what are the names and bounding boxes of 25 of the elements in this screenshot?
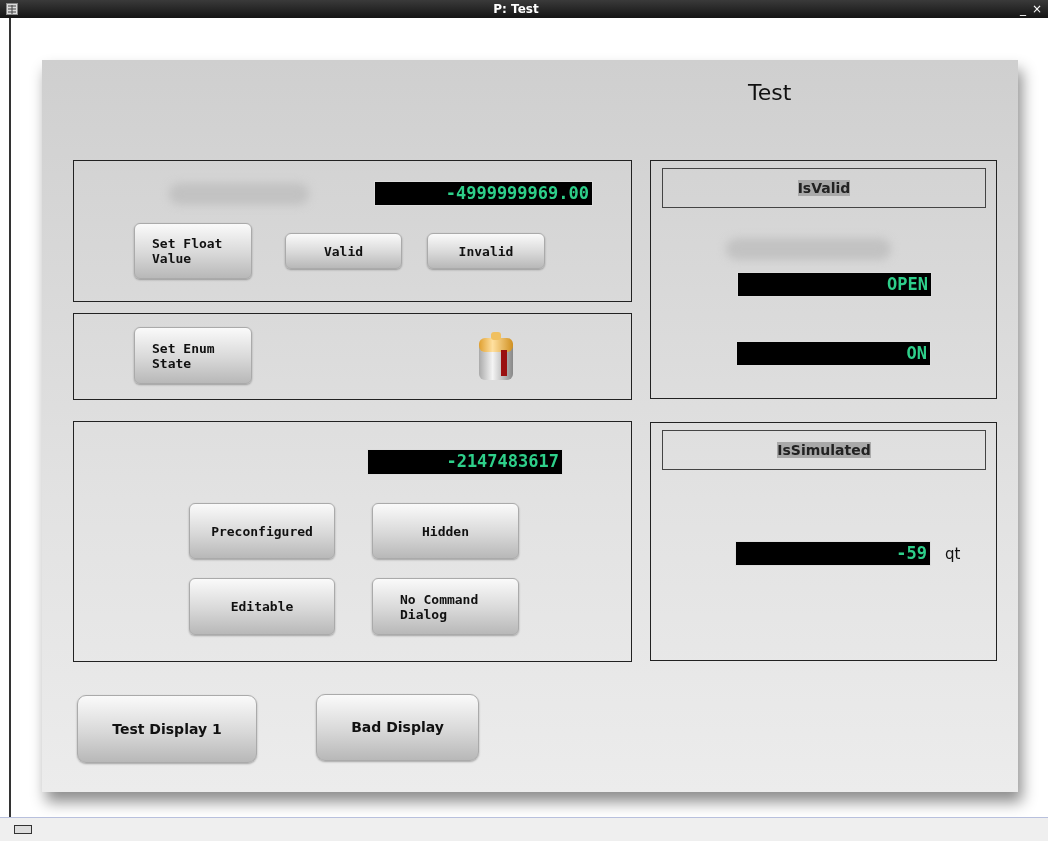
test-display-button[interactable]: Test Display 1 xyxy=(77,695,257,763)
close-button[interactable]: × xyxy=(1031,2,1042,16)
integer-readout: -2147483617 xyxy=(367,449,563,475)
editable-button[interactable]: Editable xyxy=(189,578,335,635)
bad-display-button[interactable]: Bad Display xyxy=(316,694,479,761)
app-icon xyxy=(6,3,18,15)
hidden-button[interactable]: Hidden xyxy=(372,503,519,559)
preconfigured-button[interactable]: Preconfigured xyxy=(189,503,335,559)
window-title: P: Test xyxy=(492,2,540,16)
set-enum-button[interactable]: Set Enum State xyxy=(134,327,252,384)
state-readout: OPEN xyxy=(737,272,932,297)
valid-button[interactable]: Valid xyxy=(285,233,402,269)
display-title: Test xyxy=(748,79,792,107)
minimize-button[interactable]: _ xyxy=(1019,2,1026,16)
simulated-readout: -59 xyxy=(735,541,931,566)
panel-icon xyxy=(14,825,32,834)
state-readout: ON xyxy=(736,341,931,366)
set-float-button[interactable]: Set Float Value xyxy=(134,223,252,279)
invalid-button[interactable]: Invalid xyxy=(427,233,545,269)
no-command-dialog-button[interactable]: No Command Dialog xyxy=(372,578,519,635)
battery-icon xyxy=(477,329,515,382)
header-label: IsSimulated xyxy=(777,442,871,458)
float-readout: -4999999969.00 xyxy=(374,181,593,206)
header-label: IsValid xyxy=(797,180,851,196)
unit-label: qt xyxy=(945,544,961,563)
